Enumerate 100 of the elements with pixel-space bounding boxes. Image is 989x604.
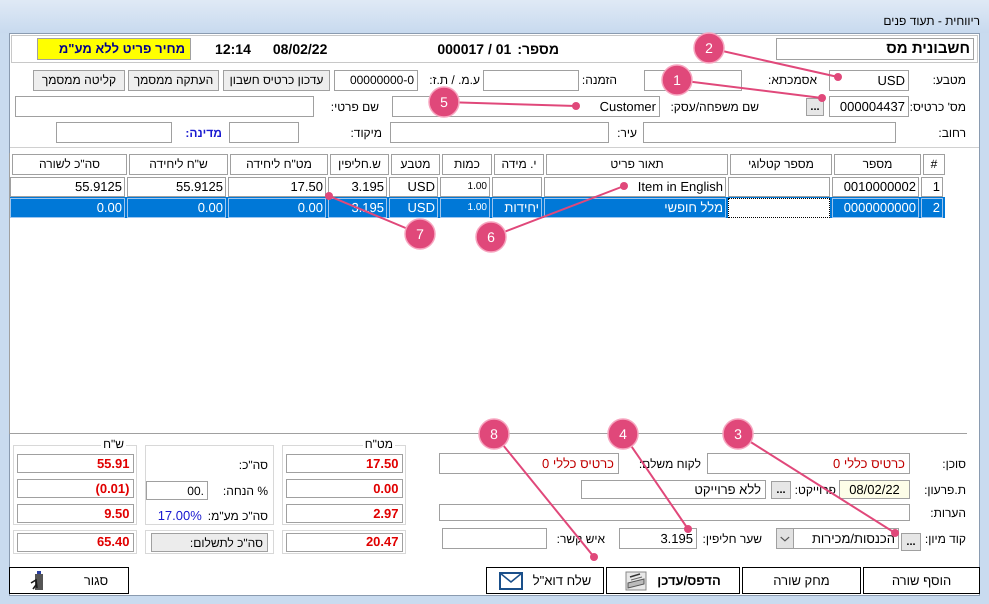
table-cell: 55.9125 (10, 177, 125, 197)
column-header[interactable]: מספר קטלוגי (730, 154, 832, 175)
currency-field[interactable]: USD (829, 70, 909, 90)
table-cell: USD (389, 177, 438, 197)
vat-rate: 17.00% (158, 507, 202, 525)
order-field[interactable] (483, 70, 579, 90)
action-button[interactable]: מחק שורה (742, 567, 861, 594)
project-field[interactable]: ללא פרוייקט (581, 480, 766, 499)
total-field[interactable]: 55.91 (16, 454, 134, 473)
browse-button[interactable]: ... (771, 480, 791, 498)
action-button[interactable]: שלח דוא"ל (486, 567, 604, 594)
discount-field[interactable]: .00 (146, 481, 208, 500)
number-label: מספר: (517, 40, 559, 58)
table-cell: 1 (921, 177, 943, 197)
printer-icon (625, 570, 648, 590)
first-name-field[interactable] (15, 96, 314, 117)
total-field[interactable]: (0.01) (16, 479, 134, 498)
column-header[interactable]: מטבע (391, 154, 440, 175)
city-field[interactable] (390, 122, 609, 143)
notes-field[interactable] (439, 504, 910, 521)
street-field[interactable] (643, 122, 896, 143)
contact-field[interactable] (442, 528, 547, 549)
sort-code-dropdown[interactable]: הכנסות/מכירות (776, 528, 899, 549)
table-cell: מלל חופשי (544, 198, 726, 218)
table-cell: 0.00 (10, 198, 125, 218)
table-cell: 1.00 (440, 177, 490, 197)
field-label: רחוב: (937, 124, 966, 142)
column-header[interactable]: # (923, 154, 945, 175)
chevron-down-icon (777, 529, 794, 548)
column-header[interactable]: סה"כ לשורה (12, 154, 127, 175)
window-title: ריווחית - תעוד פנים (883, 12, 980, 30)
country-field[interactable] (56, 122, 172, 143)
price-mode-badge: מחיר פריט ללא מע"מ (37, 38, 192, 60)
document-type-field[interactable]: חשבונית מס (776, 38, 974, 60)
table-cell: 0.00 (228, 198, 326, 218)
table-cell: 1.00 (440, 198, 490, 218)
table-cell: 3.195 (328, 177, 387, 197)
field-label: מטבע: (932, 72, 966, 89)
agent-field[interactable]: כרטיס כללי 0 (707, 453, 910, 474)
field-label: סה"כ מע"מ: (208, 508, 268, 525)
action-button[interactable]: הוסף שורה (863, 567, 980, 594)
field-label: ע.מ. / ת.ז: (428, 72, 480, 89)
table-cell: 17.50 (228, 177, 326, 197)
field-label: מדינה: (184, 124, 222, 142)
toolbar-button[interactable]: עדכון כרטיס חשבון (223, 70, 330, 90)
total-field[interactable]: 17.50 (286, 454, 402, 473)
field-label: מיקוד: (349, 124, 382, 142)
total-field[interactable]: 9.50 (16, 504, 134, 523)
table-cell: Item in English (544, 177, 726, 197)
browse-button[interactable]: ... (901, 533, 921, 551)
table-cell: 0.00 (127, 198, 226, 218)
tax-id-field[interactable]: 00000000-0 (334, 70, 418, 90)
field-label: הערות: (929, 504, 966, 522)
table-cell: 55.9125 (127, 177, 226, 197)
document-date: 08/02/22 (272, 40, 328, 58)
table-cell: 0000000000 (832, 198, 919, 218)
column-header[interactable]: מט"ח ליחידה (230, 154, 328, 175)
exit-door-icon (30, 570, 44, 590)
field-label: שער חליפין: (706, 531, 762, 548)
field-label: סוכן: (941, 456, 966, 472)
total-field[interactable]: 2.97 (286, 504, 402, 523)
field-label: סה"כ: (238, 458, 268, 472)
total-field[interactable]: 20.47 (286, 532, 402, 552)
field-label: שם פרטי: (330, 98, 379, 116)
column-header[interactable]: מספר (834, 154, 921, 175)
table-row[interactable]: 55.9125 55.9125 17.50 3.195 USD 1.00 Item in English 0010000002 1 (10, 176, 945, 197)
field-label: קוד מיון: (924, 531, 966, 548)
close-button[interactable]: סגור (9, 567, 129, 594)
table-cell: 0010000002 (832, 177, 919, 197)
browse-button[interactable]: ... (806, 98, 824, 116)
column-header[interactable]: י. מידה (494, 154, 544, 175)
column-header[interactable]: ש"ח ליחידה (129, 154, 228, 175)
exchange-rate-field[interactable]: 3.195 (619, 528, 697, 549)
group-label: מט"ח (362, 438, 395, 451)
toolbar-button[interactable]: העתקה ממסמך (128, 70, 219, 90)
table-cell: 2 (921, 198, 943, 218)
action-button[interactable]: הדפס/עדכן (606, 567, 740, 594)
due-date-field[interactable]: 08/02/22 (839, 480, 910, 499)
group-label: ש"ח (101, 438, 126, 451)
column-header[interactable]: ש.חליפין (330, 154, 389, 175)
card-number-field[interactable]: 000004437 (829, 96, 909, 117)
column-header[interactable]: כמות (442, 154, 492, 175)
toolbar-button[interactable]: קליטה ממסמך (33, 70, 125, 90)
zip-field[interactable] (229, 122, 299, 143)
envelope-icon (498, 572, 523, 590)
table-cell: יחידות (492, 198, 542, 218)
field-label: ת.פרעון: (923, 482, 966, 498)
field-label: מס' כרטיס: (909, 98, 966, 116)
total-due-button[interactable]: סה"כ לתשלום: (151, 532, 268, 552)
field-label: % הנחה: (222, 482, 268, 500)
document-time: 12:14 (215, 40, 251, 58)
total-field[interactable]: 0.00 (286, 479, 402, 498)
field-label: הזמנה: (581, 72, 617, 89)
field-label: אסמכתא: (767, 72, 817, 89)
document-number: 000017 / 01 (437, 40, 512, 58)
column-header[interactable]: תאור פריט (546, 154, 728, 175)
payer-field[interactable]: כרטיס כללי 0 (439, 453, 619, 474)
total-field[interactable]: 65.40 (16, 532, 134, 552)
field-label: שם משפחה/עסק: (669, 98, 759, 116)
table-cell: USD (389, 198, 438, 218)
